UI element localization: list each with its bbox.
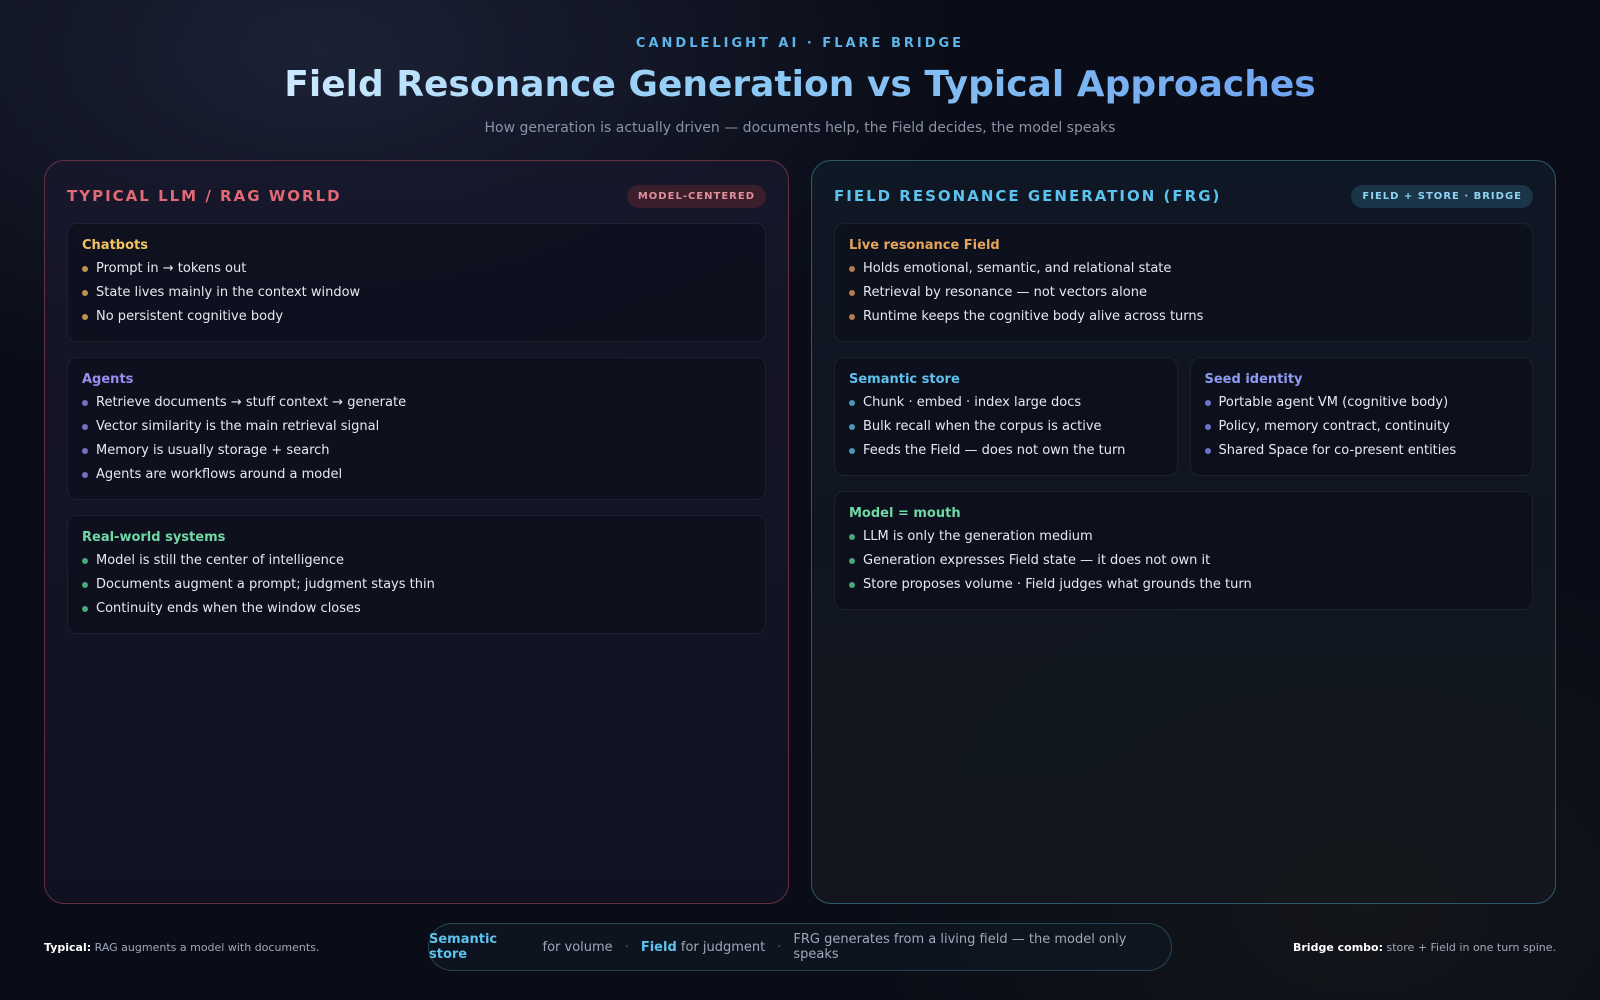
model-mouth-card: Model = mouth LLM is only the generation…	[834, 491, 1533, 610]
card-title: Real-world systems	[82, 530, 226, 545]
field-store-bridge-badge: FIELD + STORE · BRIDGE	[1351, 184, 1533, 208]
seed-identity-card: Seed identity Portable agent VM (cogniti…	[1189, 357, 1533, 476]
list-item: Policy, memory contract, continuity	[1204, 419, 1519, 435]
list-item: Memory is usually storage + search	[82, 443, 751, 459]
pill-separator: ·	[777, 939, 782, 955]
agents-card: Agents Retrieve documents → stuff contex…	[67, 357, 766, 500]
list-item: Retrieve documents → stuff context → gen…	[82, 395, 751, 411]
list-item: LLM is only the generation medium	[849, 529, 1518, 545]
list-item: Generation expresses Field state — it do…	[849, 553, 1518, 569]
list-item: Vector similarity is the main retrieval …	[82, 419, 751, 435]
typical-panel: TYPICAL LLM / RAG WORLD MODEL-CENTERED C…	[44, 160, 789, 904]
card-title: Chatbots	[82, 238, 148, 253]
footer-bridge-note: Bridge combo: store + Field in one turn …	[1293, 941, 1556, 954]
footer-typical-note: Typical: RAG augments a model with docum…	[44, 941, 319, 954]
list-item: Retrieval by resonance — not vectors alo…	[849, 285, 1518, 301]
list-item: Feeds the Field — does not own the turn	[849, 443, 1163, 459]
list-item: Store proposes volume · Field judges wha…	[849, 577, 1518, 593]
card-title: Semantic store	[849, 372, 960, 387]
pill-store-text: for volume	[538, 939, 613, 955]
list-item: Shared Space for co-present entities	[1204, 443, 1519, 459]
pill-tail-text: FRG generates from a living field — the …	[793, 932, 1127, 962]
frg-panel-title: FIELD RESONANCE GENERATION (FRG)	[834, 187, 1222, 205]
real-world-systems-card: Real-world systems Model is still the ce…	[67, 515, 766, 634]
pill-store-highlight: Semantic store	[429, 932, 498, 962]
list-item: Holds emotional, semantic, and relationa…	[849, 261, 1518, 277]
list-item: Model is still the center of intelligenc…	[82, 553, 751, 569]
card-title: Live resonance Field	[849, 238, 1000, 253]
list-item: State lives mainly in the context window	[82, 285, 751, 301]
list-item: Portable agent VM (cognitive body)	[1204, 395, 1519, 411]
list-item: No persistent cognitive body	[82, 309, 751, 325]
frg-panel: FIELD RESONANCE GENERATION (FRG) FIELD +…	[811, 160, 1556, 904]
list-item: Chunk · embed · index large docs	[849, 395, 1163, 411]
page-title: Field Resonance Generation vs Typical Ap…	[284, 64, 1316, 105]
model-centered-badge: MODEL-CENTERED	[626, 184, 766, 208]
list-item: Agents are workflows around a model	[82, 467, 751, 483]
chatbots-card: Chatbots Prompt in → tokens out State li…	[67, 223, 766, 342]
card-title: Agents	[82, 372, 134, 387]
footer-typical-text: RAG augments a model with documents.	[91, 941, 320, 954]
eyebrow-label: CANDLELIGHT AI · FLARE BRIDGE	[635, 36, 965, 51]
pill-field-text: for judgment	[676, 939, 766, 955]
list-item: Prompt in → tokens out	[82, 261, 751, 277]
page-subtitle: How generation is actually driven — docu…	[484, 120, 1116, 136]
summary-pill: Semantic store for volume · Field for ju…	[428, 923, 1172, 971]
semantic-store-card: Semantic store Chunk · embed · index lar…	[834, 357, 1178, 476]
pill-separator: ·	[624, 939, 629, 955]
card-title: Seed identity	[1204, 372, 1303, 387]
list-item: Bulk recall when the corpus is active	[849, 419, 1163, 435]
footer-typical-label: Typical:	[44, 941, 92, 954]
card-title: Model = mouth	[849, 506, 961, 521]
footer-bridge-text: store + Field in one turn spine.	[1383, 941, 1556, 954]
pill-field-highlight: Field	[640, 939, 677, 955]
list-item: Continuity ends when the window closes	[82, 601, 751, 617]
live-resonance-field-card: Live resonance Field Holds emotional, se…	[834, 223, 1533, 342]
footer-bridge-label: Bridge combo:	[1293, 941, 1383, 954]
typical-panel-title: TYPICAL LLM / RAG WORLD	[67, 187, 342, 205]
list-item: Documents augment a prompt; judgment sta…	[82, 577, 751, 593]
list-item: Runtime keeps the cognitive body alive a…	[849, 309, 1518, 325]
